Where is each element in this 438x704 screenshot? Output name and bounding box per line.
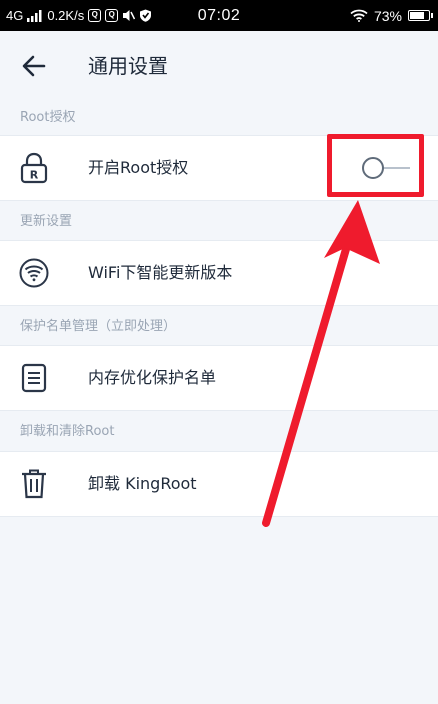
trash-icon: [22, 469, 46, 499]
toggle-knob: [362, 157, 384, 179]
status-right: 73%: [350, 0, 433, 31]
root-auth-toggle[interactable]: [360, 156, 412, 180]
clock: 07:02: [197, 6, 241, 24]
wifi-circle-icon: [19, 258, 49, 288]
row-label: 开启Root授权: [88, 158, 189, 177]
svg-text:R: R: [30, 169, 39, 182]
row-uninstall-kingroot[interactable]: 卸载 KingRoot: [0, 451, 438, 517]
row-label: 内存优化保护名单: [88, 368, 217, 387]
app-bar: 通用设置: [0, 31, 438, 101]
status-bar: 4G 0.2K/s Q Q 07:02 73%: [0, 0, 438, 31]
row-label: WiFi下智能更新版本: [88, 263, 233, 282]
row-protect-list[interactable]: 内存优化保护名单: [0, 345, 438, 411]
page-title: 通用设置: [88, 54, 168, 78]
back-button[interactable]: [16, 49, 52, 83]
row-wifi-update[interactable]: WiFi下智能更新版本: [0, 240, 438, 306]
section-header-update: 更新设置: [20, 214, 73, 229]
section-header-root: Root授权: [20, 110, 76, 125]
battery-icon: [408, 10, 433, 21]
lock-r-icon: R: [20, 152, 48, 184]
section-header-uninstall: 卸载和清除Root: [20, 424, 115, 439]
document-icon: [21, 363, 47, 393]
battery-percent: 73%: [373, 7, 402, 24]
section-header-protect: 保护名单管理（立即处理）: [20, 319, 177, 334]
row-enable-root[interactable]: R 开启Root授权: [0, 135, 438, 201]
row-label: 卸载 KingRoot: [88, 474, 197, 493]
wifi-icon: [350, 9, 368, 22]
arrow-left-icon: [22, 55, 46, 77]
